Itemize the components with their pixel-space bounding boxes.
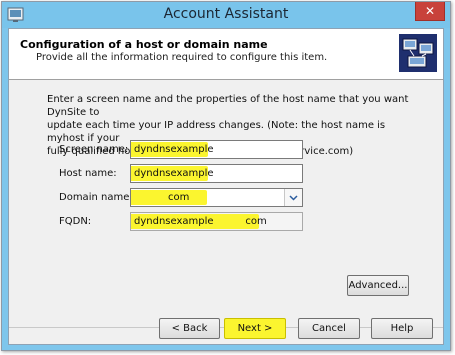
host-name-label: Host name: xyxy=(59,168,117,179)
back-button[interactable]: < Back xyxy=(159,318,220,339)
window-title: Account Assistant xyxy=(163,6,289,22)
screen-name-label: Screen name: xyxy=(59,144,129,155)
domain-name-label: Domain name: xyxy=(59,192,133,203)
help-button[interactable]: Help xyxy=(371,318,433,339)
wizard-header: Configuration of a host or domain name P… xyxy=(9,29,443,80)
cancel-button[interactable]: Cancel xyxy=(298,318,360,339)
dialog-client-area: Configuration of a host or domain name P… xyxy=(8,28,444,345)
header-subtitle: Provide all the information required to … xyxy=(36,52,328,63)
network-computers-icon xyxy=(399,34,437,72)
dropdown-arrow-button[interactable] xyxy=(284,189,302,206)
screen-name-input[interactable]: dyndnsexample xyxy=(130,140,303,159)
title-bar: Account Assistant ✕ xyxy=(2,2,450,28)
next-button[interactable]: Next > xyxy=(224,318,286,339)
fqdn-field: dyndnsexample com xyxy=(130,212,303,231)
screen-name-value: dyndnsexample xyxy=(134,144,214,155)
domain-name-value: com xyxy=(168,192,190,203)
host-name-value: dyndnsexample xyxy=(134,168,214,179)
fqdn-label: FQDN: xyxy=(59,216,92,227)
header-title: Configuration of a host or domain name xyxy=(20,38,268,51)
advanced-button[interactable]: Advanced... xyxy=(347,275,409,296)
chevron-down-icon xyxy=(289,195,298,201)
close-button[interactable]: ✕ xyxy=(415,2,445,21)
fqdn-value: dyndnsexample com xyxy=(134,216,267,227)
host-name-input[interactable]: dyndnsexample xyxy=(130,164,303,183)
domain-name-select[interactable]: com xyxy=(130,188,303,207)
account-assistant-window: Account Assistant ✕ Configuration of a h… xyxy=(1,1,451,351)
instructions-line-1: Enter a screen name and the properties o… xyxy=(47,94,409,118)
